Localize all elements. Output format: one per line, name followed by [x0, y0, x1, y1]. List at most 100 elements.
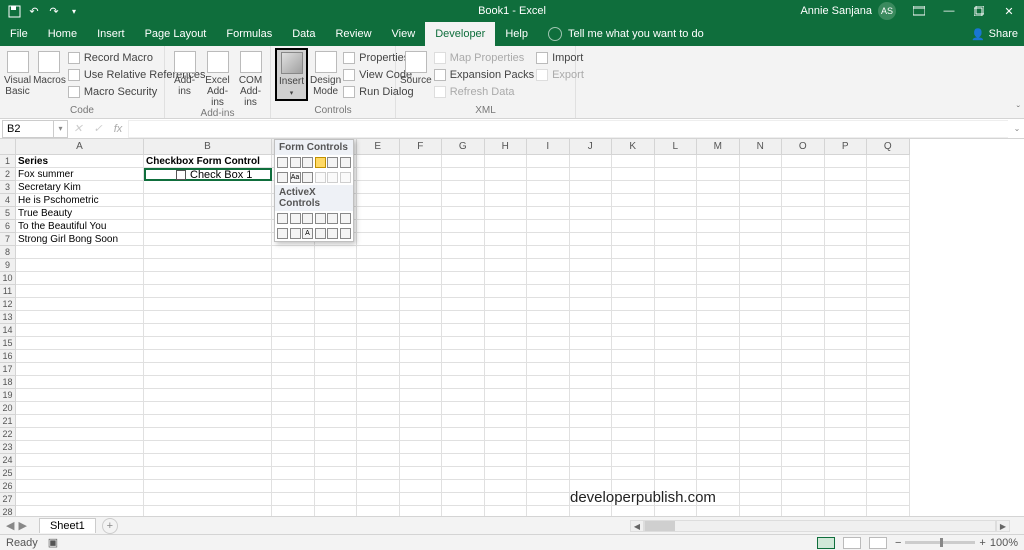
cell-G20[interactable] — [442, 402, 485, 415]
close-icon[interactable]: ✕ — [994, 0, 1024, 22]
cell-Q14[interactable] — [867, 324, 910, 337]
cell-F21[interactable] — [400, 415, 443, 428]
cell-L14[interactable] — [655, 324, 698, 337]
ax-toggle-icon[interactable] — [327, 228, 338, 239]
cell-I6[interactable] — [527, 220, 570, 233]
cell-C11[interactable] — [272, 285, 315, 298]
cell-B14[interactable] — [144, 324, 272, 337]
cell-P23[interactable] — [825, 441, 868, 454]
ax-textbox-icon[interactable] — [327, 213, 338, 224]
cell-O17[interactable] — [782, 363, 825, 376]
row-header-20[interactable]: 20 — [0, 402, 16, 415]
cell-D13[interactable] — [315, 311, 358, 324]
col-header-F[interactable]: F — [400, 139, 443, 155]
cell-P11[interactable] — [825, 285, 868, 298]
cell-P18[interactable] — [825, 376, 868, 389]
cell-N2[interactable] — [740, 168, 783, 181]
cell-E4[interactable] — [357, 194, 400, 207]
cell-P22[interactable] — [825, 428, 868, 441]
cell-N12[interactable] — [740, 298, 783, 311]
cell-E1[interactable] — [357, 155, 400, 168]
cell-K4[interactable] — [612, 194, 655, 207]
cell-P27[interactable] — [825, 493, 868, 506]
cell-M16[interactable] — [697, 350, 740, 363]
fc-spin-icon[interactable] — [315, 157, 326, 168]
cell-G1[interactable] — [442, 155, 485, 168]
cell-Q22[interactable] — [867, 428, 910, 441]
cell-I9[interactable] — [527, 259, 570, 272]
undo-icon[interactable]: ↶ — [25, 2, 43, 20]
row-header-15[interactable]: 15 — [0, 337, 16, 350]
cell-N15[interactable] — [740, 337, 783, 350]
cell-G17[interactable] — [442, 363, 485, 376]
cell-A18[interactable] — [16, 376, 144, 389]
expand-formula-bar-icon[interactable]: ⌄ — [1010, 120, 1024, 138]
cell-M2[interactable] — [697, 168, 740, 181]
cell-P16[interactable] — [825, 350, 868, 363]
cell-P7[interactable] — [825, 233, 868, 246]
cell-K23[interactable] — [612, 441, 655, 454]
cell-Q6[interactable] — [867, 220, 910, 233]
cell-K20[interactable] — [612, 402, 655, 415]
tab-data[interactable]: Data — [282, 22, 325, 46]
cell-Q9[interactable] — [867, 259, 910, 272]
cell-J18[interactable] — [570, 376, 613, 389]
cell-O25[interactable] — [782, 467, 825, 480]
row-header-5[interactable]: 5 — [0, 207, 16, 220]
cell-P12[interactable] — [825, 298, 868, 311]
source-button[interactable]: Source — [400, 48, 432, 86]
cell-D15[interactable] — [315, 337, 358, 350]
cell-K13[interactable] — [612, 311, 655, 324]
row-header-8[interactable]: 8 — [0, 246, 16, 259]
cell-N14[interactable] — [740, 324, 783, 337]
cell-E23[interactable] — [357, 441, 400, 454]
cell-F26[interactable] — [400, 480, 443, 493]
cell-N16[interactable] — [740, 350, 783, 363]
cell-B5[interactable] — [144, 207, 272, 220]
cell-O5[interactable] — [782, 207, 825, 220]
maximize-icon[interactable] — [964, 0, 994, 22]
fc-listbox-icon[interactable] — [327, 157, 338, 168]
cell-I10[interactable] — [527, 272, 570, 285]
cell-E22[interactable] — [357, 428, 400, 441]
cell-M17[interactable] — [697, 363, 740, 376]
cell-L28[interactable] — [655, 506, 698, 516]
tab-formulas[interactable]: Formulas — [216, 22, 282, 46]
cell-O24[interactable] — [782, 454, 825, 467]
row-header-18[interactable]: 18 — [0, 376, 16, 389]
cell-K10[interactable] — [612, 272, 655, 285]
cell-B13[interactable] — [144, 311, 272, 324]
row-header-19[interactable]: 19 — [0, 389, 16, 402]
cell-H8[interactable] — [485, 246, 528, 259]
cell-P8[interactable] — [825, 246, 868, 259]
cell-Q23[interactable] — [867, 441, 910, 454]
fc-button-icon[interactable] — [277, 157, 288, 168]
cell-E19[interactable] — [357, 389, 400, 402]
row-header-22[interactable]: 22 — [0, 428, 16, 441]
cell-I19[interactable] — [527, 389, 570, 402]
cell-I5[interactable] — [527, 207, 570, 220]
row-header-7[interactable]: 7 — [0, 233, 16, 246]
cell-Q24[interactable] — [867, 454, 910, 467]
cell-P21[interactable] — [825, 415, 868, 428]
cell-G25[interactable] — [442, 467, 485, 480]
cell-E9[interactable] — [357, 259, 400, 272]
tab-page-layout[interactable]: Page Layout — [135, 22, 217, 46]
cell-H22[interactable] — [485, 428, 528, 441]
cell-F23[interactable] — [400, 441, 443, 454]
cell-L10[interactable] — [655, 272, 698, 285]
cell-N25[interactable] — [740, 467, 783, 480]
tab-developer[interactable]: Developer — [425, 22, 495, 46]
cell-Q17[interactable] — [867, 363, 910, 376]
cell-C21[interactable] — [272, 415, 315, 428]
cell-F25[interactable] — [400, 467, 443, 480]
col-header-E[interactable]: E — [357, 139, 400, 155]
cell-N21[interactable] — [740, 415, 783, 428]
cell-O11[interactable] — [782, 285, 825, 298]
cancel-formula-icon[interactable]: ✕ — [68, 120, 88, 138]
cell-I23[interactable] — [527, 441, 570, 454]
row-header-23[interactable]: 23 — [0, 441, 16, 454]
cell-B12[interactable] — [144, 298, 272, 311]
cell-H28[interactable] — [485, 506, 528, 516]
cell-M23[interactable] — [697, 441, 740, 454]
